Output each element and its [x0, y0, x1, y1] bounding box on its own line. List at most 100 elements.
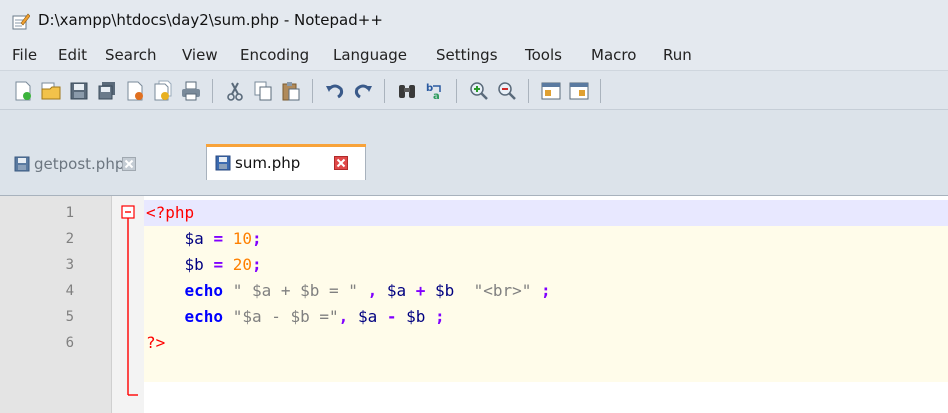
zoom-in-icon	[470, 82, 488, 100]
cut-icon	[227, 82, 243, 101]
window-title: D:\xampp\htdocs\day2\sum.php - Notepad++	[38, 11, 383, 29]
code-token: +	[415, 281, 426, 300]
replace-icon: ba	[426, 83, 441, 102]
sync-scroll-icon	[569, 82, 589, 100]
close-all-button[interactable]	[152, 80, 174, 102]
menu-view[interactable]: View	[182, 46, 218, 64]
menu-run[interactable]: Run	[663, 46, 692, 64]
code-token: $a	[386, 281, 407, 300]
code-token: ;	[541, 281, 551, 300]
zoom-out-button[interactable]	[496, 80, 518, 102]
menu-bar: File Edit Search View Encoding Language …	[0, 40, 948, 70]
code-line: ?>	[146, 330, 165, 356]
save-all-icon	[98, 82, 115, 100]
code-token: echo	[184, 281, 224, 300]
print-button[interactable]	[180, 80, 202, 102]
menu-macro[interactable]: Macro	[591, 46, 636, 64]
save-button[interactable]	[68, 80, 90, 102]
code-editor[interactable]: 1 2 3 4 5 6 <?php $a = 10; $b = 20; echo…	[0, 196, 948, 413]
tab-getpost-php[interactable]: getpost.php	[6, 148, 202, 180]
save-all-button[interactable]	[96, 80, 118, 102]
code-line: echo "$a - $b =", $a - $b ;	[146, 304, 445, 330]
cut-button[interactable]	[224, 80, 246, 102]
code-token: ,	[367, 281, 378, 300]
saved-file-icon	[14, 156, 30, 172]
binoculars-icon	[399, 85, 415, 98]
menu-settings[interactable]: Settings	[436, 46, 498, 64]
new-file-button[interactable]	[12, 80, 34, 102]
paste-icon	[282, 82, 300, 101]
fold-markers	[121, 205, 138, 396]
line-number: 6	[65, 335, 74, 351]
code-token: ;	[251, 255, 262, 274]
menu-tools[interactable]: Tools	[525, 46, 562, 64]
close-all-icon	[154, 80, 172, 101]
code-token: 10	[232, 229, 252, 248]
close-button[interactable]	[124, 80, 146, 102]
toolbar-separator	[212, 79, 213, 103]
code-token: echo	[184, 307, 224, 326]
line-number: 3	[65, 257, 74, 273]
redo-button[interactable]	[352, 80, 374, 102]
code-token: <?php	[146, 203, 195, 222]
saved-file-icon	[215, 155, 231, 171]
menu-edit[interactable]: Edit	[58, 46, 87, 64]
close-icon[interactable]	[122, 157, 136, 171]
line-number: 2	[65, 231, 74, 247]
tab-sum-php[interactable]: sum.php	[206, 144, 366, 180]
sync-vertical-button[interactable]	[540, 80, 562, 102]
code-token: $a	[184, 229, 204, 248]
zoom-in-button[interactable]	[468, 80, 490, 102]
code-token: =	[213, 229, 224, 248]
replace-button[interactable]: ba	[424, 80, 446, 102]
paste-button[interactable]	[280, 80, 302, 102]
code-token: ,	[338, 307, 349, 326]
menu-search[interactable]: Search	[105, 46, 157, 64]
code-token: ;	[251, 229, 262, 248]
undo-icon	[326, 84, 344, 99]
sync-horizontal-button[interactable]	[568, 80, 590, 102]
close-icon[interactable]	[334, 156, 348, 170]
menu-file[interactable]: File	[12, 46, 37, 64]
copy-button[interactable]	[252, 80, 274, 102]
menu-language[interactable]: Language	[333, 46, 407, 64]
save-icon	[70, 82, 88, 100]
menu-encoding[interactable]: Encoding	[240, 46, 309, 64]
undo-button[interactable]	[324, 80, 346, 102]
toolbar-separator	[600, 79, 601, 103]
zoom-out-icon	[498, 82, 516, 100]
print-icon	[182, 81, 200, 101]
line-number: 4	[65, 283, 74, 299]
code-token: $b	[406, 307, 426, 326]
code-token: $b	[435, 281, 455, 300]
line-number: 1	[65, 205, 74, 221]
line-number: 5	[65, 309, 74, 325]
redo-icon	[354, 84, 372, 99]
code-token: ;	[435, 307, 445, 326]
title-bar: D:\xampp\htdocs\day2\sum.php - Notepad++	[0, 0, 948, 40]
find-button[interactable]	[396, 80, 418, 102]
notepad-app-icon	[12, 13, 30, 30]
code-line: <?php	[146, 200, 194, 226]
open-file-button[interactable]	[40, 80, 62, 102]
current-line-highlight	[144, 200, 948, 226]
tab-label: sum.php	[235, 154, 301, 172]
code-token: "$a - $b ="	[232, 307, 339, 326]
code-token: -	[386, 307, 397, 326]
svg-text:a: a	[433, 91, 440, 102]
